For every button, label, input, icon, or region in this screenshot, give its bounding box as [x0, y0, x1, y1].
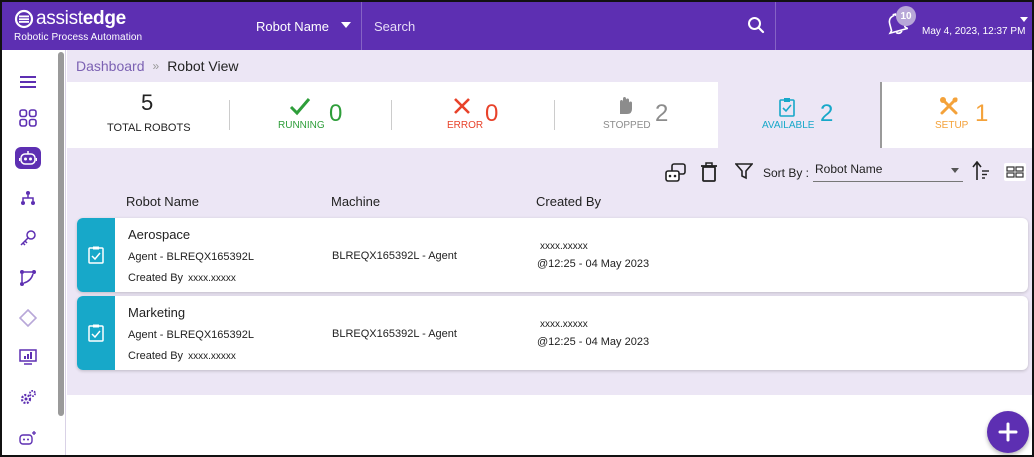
logo-mark-icon [14, 9, 34, 29]
error-count[interactable]: 0 [485, 100, 498, 128]
robot-machine: BLREQX165392L - Agent [332, 328, 457, 340]
sort-by-label: Sort By : [763, 166, 810, 180]
logo-text-edge: edge [82, 8, 126, 29]
diamond-icon[interactable] [16, 306, 40, 330]
robot-card[interactable]: Marketing Agent - BLREQX165392L Created … [77, 296, 1028, 370]
sort-order-icon[interactable] [972, 161, 990, 181]
clipboard-check-icon [88, 324, 104, 342]
user-menu-chevron-icon[interactable] [1020, 17, 1028, 22]
robot-agent: Agent - BLREQX165392L [128, 329, 254, 341]
running-count[interactable]: 0 [329, 100, 342, 128]
created-by-label: Created By [128, 350, 184, 362]
sort-by-value: Robot Name [815, 162, 883, 176]
main-content: Dashboard » Robot View 5 TOTAL ROBOTS RU… [67, 50, 1032, 455]
robot-icon[interactable] [15, 147, 41, 169]
sort-by-dropdown[interactable]: Robot Name [813, 160, 963, 182]
robot-group-icon[interactable] [664, 162, 688, 184]
search-icon[interactable] [747, 16, 765, 34]
robot-owner: xxxx.xxxxx [540, 319, 588, 330]
stats-divider [391, 100, 392, 130]
clipboard-check-icon [779, 98, 795, 117]
robot-name: Aerospace [128, 227, 191, 242]
logo-subtitle: Robotic Process Automation [14, 32, 143, 43]
breadcrumb-current: Robot View [167, 58, 239, 74]
checkmark-icon [289, 98, 311, 116]
chevron-down-icon [951, 168, 959, 173]
robot-list-panel: Sort By : Robot Name Robot Name Machine … [67, 148, 1032, 395]
datetime-display: May 4, 2023, 12:37 PM [922, 26, 1026, 37]
add-robot-fab-button[interactable] [987, 411, 1029, 453]
robot-created-time: @12:25 - 04 May 2023 [537, 336, 650, 348]
robot-name-dropdown[interactable]: Robot Name [242, 2, 362, 50]
stopped-label[interactable]: STOPPED [603, 120, 651, 131]
card-view-toggle-icon[interactable] [1004, 163, 1026, 181]
menu-icon[interactable] [16, 70, 40, 94]
robot-created-by: Created By xxxx.xxxxx [128, 350, 236, 362]
robot-name: Marketing [128, 305, 186, 320]
error-x-icon [454, 98, 470, 114]
robot-name-dropdown-label: Robot Name [256, 18, 329, 34]
chevron-down-icon [341, 22, 351, 28]
breadcrumb: Dashboard » Robot View [67, 50, 1032, 82]
robot-card[interactable]: Aerospace Agent - BLREQX165392L Created … [77, 218, 1028, 292]
total-robots-label: TOTAL ROBOTS [107, 122, 191, 134]
clipboard-check-icon [88, 246, 104, 264]
search-placeholder: Search [374, 18, 416, 34]
sidebar [2, 50, 66, 455]
setup-count[interactable]: 1 [975, 100, 988, 128]
robot-machine: BLREQX165392L - Agent [332, 250, 457, 262]
available-stat-selected[interactable] [718, 82, 880, 148]
stats-divider [229, 100, 230, 130]
card-status-strip [77, 296, 115, 370]
filter-icon[interactable] [735, 162, 753, 180]
search-input[interactable]: Search [362, 2, 776, 50]
wrench-tools-icon [940, 97, 958, 115]
robot-created-time: @12:25 - 04 May 2023 [537, 258, 650, 270]
double-chevron-right-icon: » [152, 59, 160, 73]
column-header-robot-name[interactable]: Robot Name [126, 194, 199, 209]
workflow-icon[interactable] [16, 266, 40, 290]
column-header-created-by[interactable]: Created By [536, 194, 601, 209]
hierarchy-icon[interactable] [16, 186, 40, 210]
card-status-strip [77, 218, 115, 292]
plus-icon [998, 422, 1018, 442]
created-by-value: xxxx.xxxxx [188, 351, 236, 362]
delete-trash-icon[interactable] [701, 162, 717, 182]
breadcrumb-dashboard-link[interactable]: Dashboard [76, 58, 145, 74]
setup-label[interactable]: SETUP [935, 120, 968, 131]
total-robots-count: 5 [141, 90, 154, 115]
stopped-count[interactable]: 2 [655, 100, 668, 128]
column-header-machine[interactable]: Machine [331, 194, 380, 209]
notification-badge[interactable]: 10 [896, 6, 916, 26]
created-by-label: Created By [128, 272, 184, 284]
app-window: assist edge Robotic Process Automation Ro… [0, 0, 1034, 457]
stats-divider [554, 100, 555, 130]
running-label[interactable]: RUNNING [278, 120, 325, 131]
add-robot-icon[interactable] [16, 426, 40, 450]
robot-agent: Agent - BLREQX165392L [128, 251, 254, 263]
settings-gears-icon[interactable] [16, 386, 40, 410]
robot-stats-bar: 5 TOTAL ROBOTS RUNNING 0 ERROR 0 STOPPED… [67, 82, 1032, 148]
created-by-value: xxxx.xxxxx [188, 273, 236, 284]
available-count[interactable]: 2 [820, 100, 833, 128]
logo[interactable]: assist edge Robotic Process Automation [14, 8, 142, 43]
key-icon[interactable] [16, 226, 40, 250]
top-bar: assist edge Robotic Process Automation Ro… [2, 2, 1032, 50]
monitor-chart-icon[interactable] [16, 345, 40, 369]
error-label[interactable]: ERROR [447, 120, 483, 131]
robot-created-by: Created By xxxx.xxxxx [128, 272, 236, 284]
stop-hand-icon [620, 97, 632, 114]
available-label[interactable]: AVAILABLE [762, 120, 814, 131]
sidebar-scrollbar[interactable] [58, 52, 64, 416]
logo-text-assist: assist [36, 8, 83, 29]
robot-owner: xxxx.xxxxx [540, 241, 588, 252]
dashboard-grid-icon[interactable] [16, 106, 40, 130]
